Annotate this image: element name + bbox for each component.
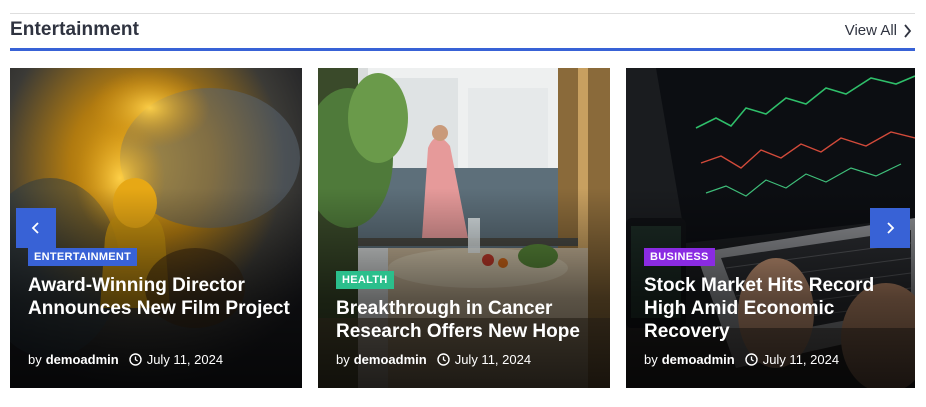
post-date: July 11, 2024 <box>454 352 532 367</box>
post-title[interactable]: Breakthrough in Cancer Research Offers N… <box>336 297 598 343</box>
view-all-link[interactable]: View All <box>845 22 912 39</box>
carousel-prev-button[interactable] <box>16 208 56 248</box>
by-label: by <box>336 352 350 367</box>
post-card[interactable]: HEALTH Breakthrough in Cancer Research O… <box>318 68 610 388</box>
section-title: Entertainment <box>10 19 140 40</box>
clock-icon <box>437 353 450 366</box>
post-carousel: ENTERTAINMENT Award-Winning Director Ann… <box>10 68 915 388</box>
section-underline <box>10 48 915 51</box>
chevron-left-icon <box>31 222 39 234</box>
category-badge[interactable]: HEALTH <box>336 271 394 289</box>
carousel-next-button[interactable] <box>870 208 910 248</box>
chevron-right-icon <box>887 222 895 234</box>
author-link[interactable]: demoadmin <box>354 352 427 367</box>
view-all-label: View All <box>844 22 897 39</box>
chevron-right-icon <box>904 23 912 38</box>
by-label: by <box>644 352 658 367</box>
clock-icon <box>129 353 142 366</box>
by-label: by <box>28 352 42 367</box>
clock-icon <box>745 353 758 366</box>
post-title[interactable]: Stock Market Hits Record High Amid Econo… <box>644 274 906 343</box>
post-title[interactable]: Award-Winning Director Announces New Fil… <box>28 274 290 320</box>
category-badge[interactable]: BUSINESS <box>644 248 715 266</box>
category-badge[interactable]: ENTERTAINMENT <box>28 248 138 266</box>
post-meta: by demoadmin July 11, 2024 <box>28 352 223 367</box>
post-date: July 11, 2024 <box>146 352 224 367</box>
author-link[interactable]: demoadmin <box>662 352 735 367</box>
post-meta: by demoadmin July 11, 2024 <box>644 352 839 367</box>
author-link[interactable]: demoadmin <box>46 352 119 367</box>
top-divider <box>10 13 915 14</box>
post-meta: by demoadmin July 11, 2024 <box>336 352 531 367</box>
post-date: July 11, 2024 <box>762 352 840 367</box>
